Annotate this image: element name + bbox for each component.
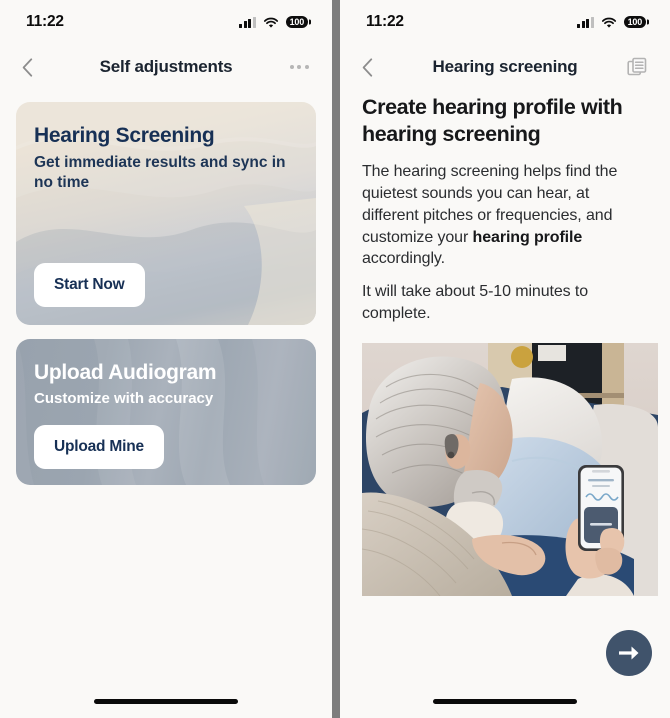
page-title: Self adjustments xyxy=(99,57,233,76)
chevron-left-icon xyxy=(22,57,32,77)
upload-audiogram-title: Upload Audiogram xyxy=(34,361,217,384)
screening-paragraph-1: The hearing screening helps find the qui… xyxy=(362,161,648,270)
cellular-signal-icon xyxy=(577,16,594,28)
status-time: 11:22 xyxy=(366,13,404,30)
nav-bar-right: Hearing screening xyxy=(340,44,670,90)
upload-mine-button[interactable]: Upload Mine xyxy=(34,425,164,469)
status-time: 11:22 xyxy=(26,13,64,30)
start-now-button[interactable]: Start Now xyxy=(34,263,145,307)
screening-heading: Create hearing profile with hearing scre… xyxy=(362,95,623,146)
status-icons: 100 xyxy=(239,16,308,28)
status-bar-left: 11:22 100 xyxy=(0,0,332,44)
cellular-signal-icon xyxy=(239,16,256,28)
battery-icon: 100 xyxy=(285,16,308,28)
screening-paragraph-2: It will take about 5-10 minutes to compl… xyxy=(362,283,589,322)
more-options-icon xyxy=(289,65,309,69)
screening-illustration-image xyxy=(362,342,658,596)
upload-audiogram-card-text: Upload Audiogram Customize with accuracy xyxy=(34,361,298,408)
hearing-screening-card-text: Hearing Screening Get immediate results … xyxy=(34,124,298,193)
hearing-screening-card[interactable]: Hearing Screening Get immediate results … xyxy=(16,102,316,325)
page-title: Hearing screening xyxy=(432,57,578,76)
upload-audiogram-subtitle: Customize with accuracy xyxy=(34,390,214,407)
paragraph-1-part-2: accordingly. xyxy=(362,250,445,268)
upload-audiogram-card[interactable]: Upload Audiogram Customize with accuracy… xyxy=(16,339,316,485)
home-indicator-left[interactable] xyxy=(94,699,238,704)
status-icons: 100 xyxy=(577,16,646,28)
hearing-screening-action: Start Now xyxy=(34,263,145,307)
next-button[interactable] xyxy=(606,630,652,676)
left-phone-screen: 11:22 100 Self adjustments Hearing Scree… xyxy=(0,0,332,718)
hearing-profile-emphasis: hearing profile xyxy=(472,228,583,246)
status-bar-right: 11:22 100 xyxy=(340,0,670,44)
wifi-icon xyxy=(263,16,279,28)
back-button[interactable] xyxy=(12,52,42,82)
right-phone-screen: 11:22 100 Hearing screening Create heari… xyxy=(340,0,670,718)
hearing-screening-subtitle: Get immediate results and sync in no tim… xyxy=(34,154,286,191)
library-button[interactable] xyxy=(624,54,650,80)
home-indicator-right[interactable] xyxy=(433,699,577,704)
hearing-screening-title: Hearing Screening xyxy=(34,124,215,147)
upload-audiogram-action: Upload Mine xyxy=(34,425,164,469)
chevron-left-icon xyxy=(362,57,372,77)
card-list: Hearing Screening Get immediate results … xyxy=(0,90,332,485)
nav-bar-left: Self adjustments xyxy=(0,44,332,90)
more-options-button[interactable] xyxy=(286,54,312,80)
document-library-icon xyxy=(627,57,647,76)
arrow-right-icon xyxy=(619,646,639,660)
battery-icon: 100 xyxy=(623,16,646,28)
wifi-icon xyxy=(601,16,617,28)
screening-intro-content: Create hearing profile with hearing scre… xyxy=(340,90,670,325)
panel-divider xyxy=(332,0,340,718)
dual-phone-screenshot: 11:22 100 Self adjustments Hearing Scree… xyxy=(0,0,670,718)
back-button[interactable] xyxy=(352,52,382,82)
